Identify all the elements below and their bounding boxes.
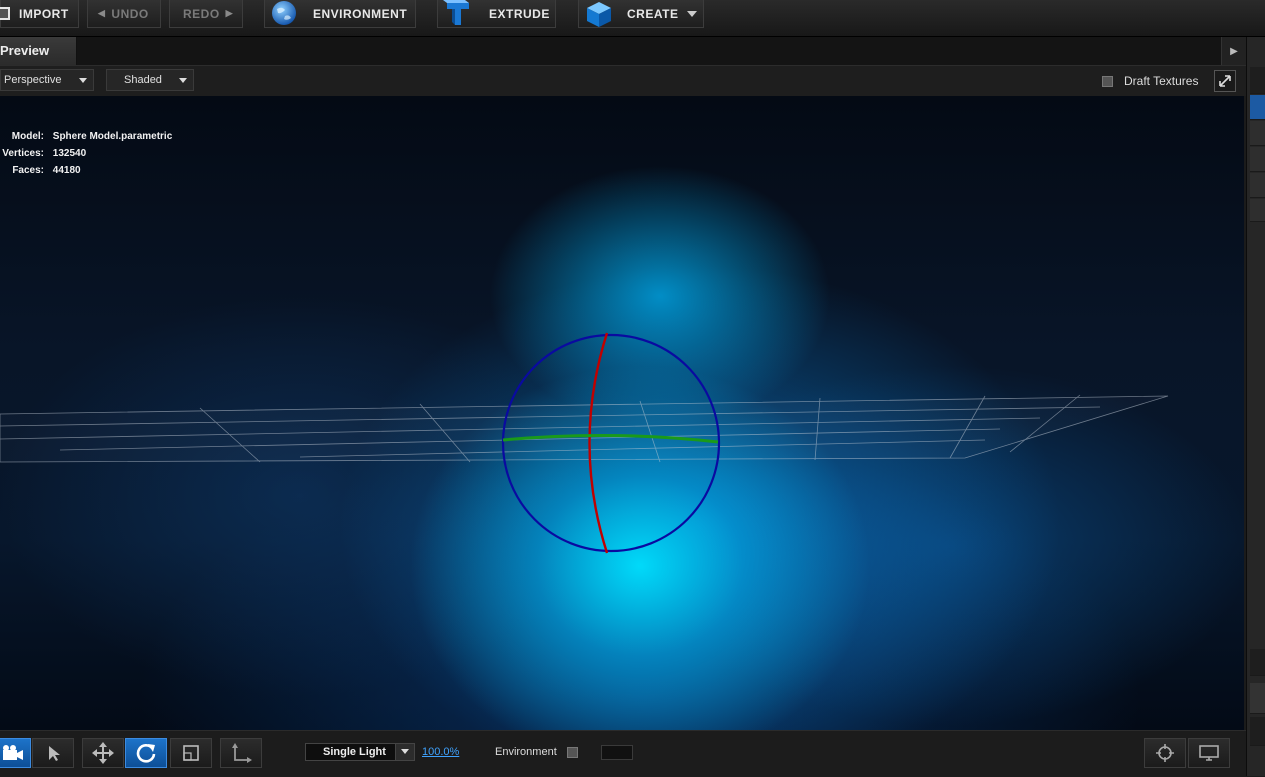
chevron-down-icon [79,78,87,83]
create-dropdown-icon [687,10,698,17]
monitor-icon [1199,745,1219,761]
move-arrows-icon [92,742,114,764]
light-mode-value: Single Light [323,746,386,758]
target-button[interactable] [1144,738,1186,768]
right-side-panel [1246,37,1265,776]
shading-dropdown[interactable]: Shaded [106,69,194,91]
panel-row[interactable] [1250,717,1265,746]
faces-info-row: Faces: 44180 [0,165,81,176]
extrude-button[interactable]: EXTRUDE [437,0,556,28]
redo-label: REDO [183,6,220,21]
create-label: CREATE [627,6,679,21]
faces-key: Faces: [12,165,44,176]
vertices-key: Vertices: [2,148,44,159]
cube-icon [587,2,611,27]
rotate-icon [136,744,156,763]
extrude-label: EXTRUDE [489,6,550,21]
chevron-right-icon: ▶ [1230,45,1238,57]
environment-checkbox[interactable] [567,747,578,758]
light-intensity-value[interactable]: 100.0% [422,746,459,758]
pointer-icon [49,746,60,761]
undo-label: UNDO [111,6,149,21]
preview-tab-bar: Preview ▶ [0,37,1246,66]
vertices-info-row: Vertices: 132540 [0,148,86,159]
draft-textures-checkbox[interactable] [1102,76,1113,87]
chevron-down-icon [395,744,414,760]
redo-button[interactable]: REDO ▶ [169,0,243,28]
projection-dropdown[interactable]: Perspective [0,69,94,91]
bottom-toolbar: Single Light 100.0% Environment [0,730,1246,777]
environment-color-swatch[interactable] [601,745,633,760]
vertices-value: 132540 [52,148,87,159]
main-toolbar: IMPORT ◀ UNDO REDO ▶ ENVIRONMENT EXTRUDE [0,0,1265,37]
expand-icon [1219,75,1231,87]
camera-icon [2,745,23,760]
model-info-row: Model: Sphere Model.parametric [0,131,172,142]
view-options-bar: Perspective Shaded [0,66,1246,96]
collapse-panel-button[interactable]: ▶ [1221,37,1246,65]
display-button[interactable] [1188,738,1230,768]
model-value: Sphere Model.parametric [52,131,173,142]
draft-textures-label: Draft Textures [1124,74,1199,88]
scale-tool-button[interactable] [170,738,212,768]
select-tool-button[interactable] [32,738,74,768]
import-button[interactable]: IMPORT [0,0,79,28]
model-key: Model: [11,131,44,142]
axis-icon [232,743,252,763]
tab-preview[interactable]: Preview [0,37,77,65]
panel-row[interactable] [1250,121,1265,146]
shading-value: Shaded [124,74,162,86]
extrude-t-icon [443,0,469,25]
environment-toggle-label: Environment [495,746,557,758]
light-mode-dropdown[interactable]: Single Light [305,743,415,761]
environment-button[interactable]: ENVIRONMENT [264,0,416,28]
undo-button[interactable]: ◀ UNDO [87,0,161,28]
create-button[interactable]: CREATE [578,0,704,28]
panel-row[interactable] [1250,147,1265,172]
panel-row[interactable] [1250,67,1265,94]
redo-arrow-icon: ▶ [225,8,234,18]
undo-arrow-icon: ◀ [98,8,106,18]
panel-row[interactable] [1250,683,1265,714]
panel-row-selected[interactable] [1250,95,1265,120]
axis-tool-button[interactable] [220,738,262,768]
scale-square-icon [183,745,199,761]
panel-row[interactable] [1250,173,1265,198]
panel-row[interactable] [1250,199,1265,222]
3d-viewport[interactable]: Model: Sphere Model.parametric Vertices:… [0,96,1244,730]
import-label: IMPORT [19,6,69,21]
rotate-tool-button[interactable] [125,738,167,768]
ground-grid [0,394,1169,463]
move-tool-button[interactable] [82,738,124,768]
faces-value: 44180 [52,165,81,176]
environment-label: ENVIRONMENT [313,6,408,21]
import-box-icon [0,7,10,20]
globe-icon [272,1,296,25]
chevron-down-icon [179,78,187,83]
crosshair-icon [1156,744,1174,762]
projection-value: Perspective [4,74,62,86]
panel-row[interactable] [1250,649,1265,676]
scene-svg [0,332,1169,554]
expand-viewport-button[interactable] [1214,70,1236,92]
camera-tool-button[interactable] [0,738,31,768]
